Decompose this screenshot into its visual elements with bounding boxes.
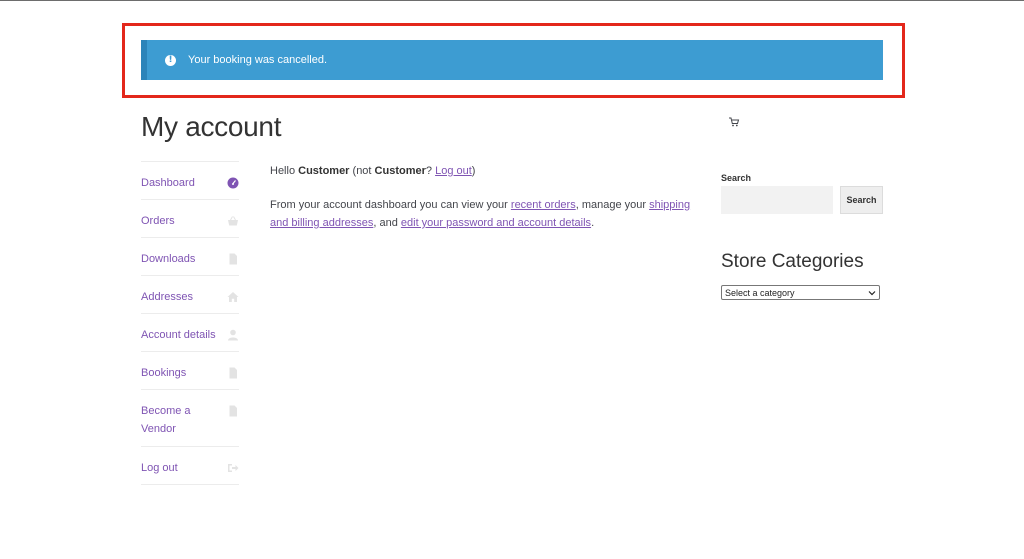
top-border-line xyxy=(0,0,1024,1)
greeting-text: Hello Customer (not Customer? Log out) xyxy=(270,162,695,180)
notice-message: Your booking was cancelled. xyxy=(188,54,328,66)
intro-text-3: , and xyxy=(373,217,401,229)
nav-item-dashboard[interactable]: Dashboard xyxy=(141,162,239,200)
file-icon xyxy=(229,405,237,417)
basket-icon xyxy=(228,216,238,226)
not-user-name: Customer xyxy=(374,165,426,177)
nav-item-addresses[interactable]: Addresses xyxy=(141,276,239,314)
nav-item-become-vendor[interactable]: Become a Vendor xyxy=(141,390,239,447)
dashboard-content: Hello Customer (not Customer? Log out) F… xyxy=(270,162,695,248)
cart-icon[interactable] xyxy=(728,116,740,128)
nav-item-downloads[interactable]: Downloads xyxy=(141,238,239,276)
intro-text-4: . xyxy=(591,217,595,229)
category-select[interactable]: Select a category xyxy=(721,285,880,300)
chevron-down-icon xyxy=(868,290,876,295)
recent-orders-link[interactable]: recent orders xyxy=(511,199,576,211)
dashboard-intro: From your account dashboard you can view… xyxy=(270,196,695,232)
search-widget-title: Search xyxy=(721,173,752,183)
file-icon xyxy=(229,253,237,265)
user-name: Customer xyxy=(298,165,350,177)
booking-cancelled-notice: ! Your booking was cancelled. xyxy=(141,40,883,80)
nav-item-label: Become a Vendor xyxy=(141,405,191,435)
page-title: My account xyxy=(141,111,282,142)
intro-text-2: , manage your xyxy=(575,199,650,211)
close-paren: ) xyxy=(471,165,476,177)
nav-item-bookings[interactable]: Bookings xyxy=(141,352,239,390)
dashboard-gauge-icon xyxy=(227,177,239,189)
store-categories-title: Store Categories xyxy=(721,251,864,272)
nav-item-label: Orders xyxy=(141,215,175,227)
nav-item-label: Account details xyxy=(141,329,216,341)
account-navigation: Dashboard Orders Downloads Addresses Acc… xyxy=(141,161,239,485)
search-input[interactable] xyxy=(721,186,833,214)
category-select-value: Select a category xyxy=(725,287,795,298)
nav-item-label: Log out xyxy=(141,462,178,474)
nav-item-label: Bookings xyxy=(141,367,187,379)
nav-item-label: Addresses xyxy=(141,291,193,303)
logout-link[interactable]: Log out xyxy=(435,165,472,177)
nav-item-orders[interactable]: Orders xyxy=(141,200,239,238)
nav-item-label: Downloads xyxy=(141,253,196,265)
home-icon xyxy=(227,292,239,302)
hello-prefix: Hello xyxy=(270,165,299,177)
account-details-link[interactable]: edit your password and account details xyxy=(401,217,591,229)
nav-item-logout[interactable]: Log out xyxy=(141,447,239,485)
file-icon xyxy=(229,367,237,379)
nav-item-label: Dashboard xyxy=(141,177,195,189)
user-icon xyxy=(228,329,238,341)
search-button[interactable]: Search xyxy=(840,186,883,214)
info-icon: ! xyxy=(165,54,176,66)
intro-text-1: From your account dashboard you can view… xyxy=(270,199,511,211)
nav-item-account-details[interactable]: Account details xyxy=(141,314,239,352)
sign-out-icon xyxy=(228,464,239,472)
not-prefix: (not xyxy=(349,165,375,177)
not-suffix: ? xyxy=(425,165,436,177)
